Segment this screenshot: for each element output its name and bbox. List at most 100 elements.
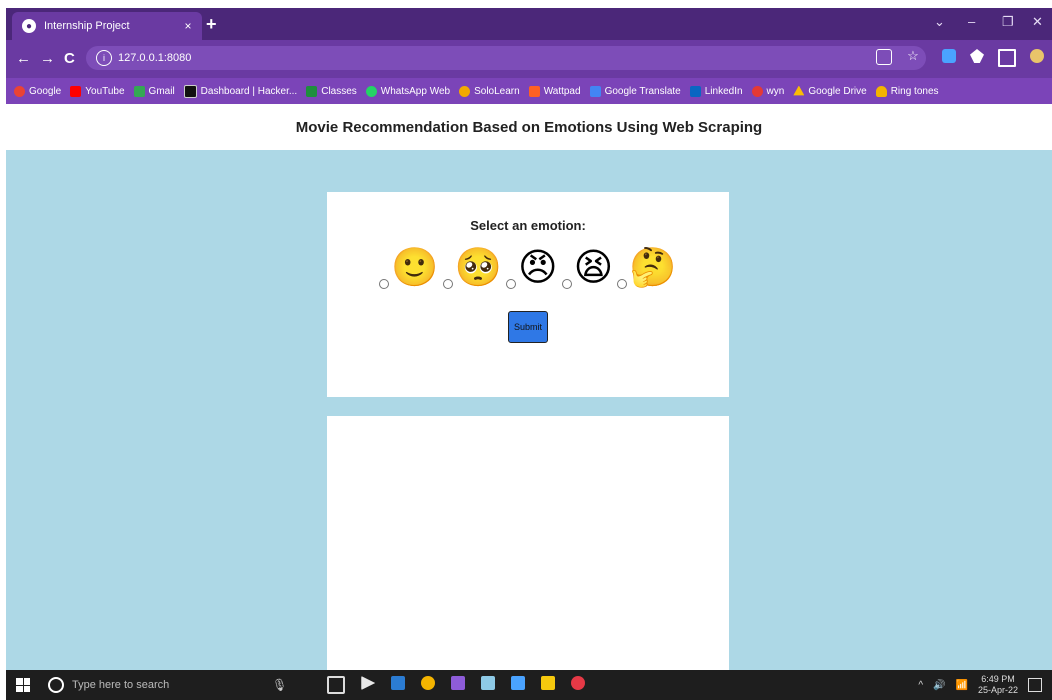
media-player-icon[interactable] [361, 676, 376, 690]
extension-icons [942, 49, 1044, 67]
page-header: Movie Recommendation Based on Emotions U… [6, 104, 1052, 150]
windows-taskbar: Type here to search 🎙 ^ 🔊 📶 6:49 PM 25-A… [6, 670, 1052, 700]
bookmark-google-drive[interactable]: Google Drive [793, 85, 867, 97]
taskbar-search[interactable]: Type here to search [42, 670, 272, 700]
bookmark-hackerrank[interactable]: Dashboard | Hacker... [183, 84, 297, 98]
profile-avatar-icon[interactable] [1030, 49, 1044, 63]
bookmark-site-icon [751, 85, 763, 97]
cortana-icon [48, 677, 64, 693]
sololearn-icon [459, 85, 471, 97]
page-title: Movie Recommendation Based on Emotions U… [295, 118, 763, 136]
web-page: Movie Recommendation Based on Emotions U… [6, 104, 1052, 670]
star-icon[interactable]: ☆ [906, 49, 920, 63]
taskbar-clock[interactable]: 6:49 PM 25-Apr-22 [978, 674, 1018, 696]
emotion-option-tired[interactable]: 😫 [561, 245, 614, 289]
smiling-face-icon: 🙂 [391, 245, 439, 289]
taskbar-time: 6:49 PM [981, 674, 1015, 684]
bookmark-whatsapp[interactable]: WhatsApp Web [365, 85, 450, 97]
system-tray: ^ 🔊 📶 6:49 PM 25-Apr-22 [918, 670, 1042, 700]
bookmark-sololearn[interactable]: SoloLearn [459, 85, 520, 97]
tired-face-icon: 😫 [573, 245, 614, 289]
bookmark-gmail[interactable]: Gmail [133, 85, 175, 97]
photos-icon[interactable] [481, 676, 496, 690]
taskbar-search-placeholder: Type here to search [72, 679, 170, 691]
address-bar-icons: ☆ [876, 49, 920, 65]
chrome-icon[interactable] [421, 676, 436, 690]
browser-tab-bar: ● Internship Project × + ⌄ – ❐ ✕ [6, 8, 1052, 40]
emotion-prompt: Select an emotion: [470, 218, 586, 233]
bookmarks-bar: Google YouTube Gmail Dashboard | Hacker.… [6, 78, 1052, 104]
taskbar-apps [327, 676, 586, 694]
linkedin-icon [689, 85, 701, 97]
taskbar-date: 25-Apr-22 [977, 685, 1018, 695]
tab-close-button[interactable]: × [180, 19, 196, 33]
angry-face-icon: 😠 [518, 245, 558, 289]
submit-button[interactable]: Submit [507, 311, 548, 343]
bookmark-linkedin[interactable]: LinkedIn [689, 85, 743, 97]
forward-button[interactable]: → [40, 50, 55, 67]
whatsapp-icon [365, 85, 377, 97]
emotion-radio-thinking[interactable] [617, 279, 628, 289]
emotion-option-pleading[interactable]: 🥺 [442, 245, 503, 289]
file-explorer-icon[interactable] [541, 676, 556, 690]
extension-icon[interactable] [942, 49, 956, 63]
bookmark-wattpad[interactable]: Wattpad [528, 85, 581, 97]
wifi-icon[interactable]: 📶 [956, 680, 968, 691]
share-icon[interactable] [876, 49, 892, 65]
gmail-icon [133, 85, 145, 97]
url-bar[interactable]: i 127.0.0.1:8080 [86, 46, 926, 70]
visual-studio-icon[interactable] [451, 676, 466, 690]
reload-button[interactable]: C [64, 50, 75, 67]
bookmark-youtube[interactable]: YouTube [70, 85, 125, 97]
settings-app-icon[interactable] [571, 676, 586, 690]
bell-icon [875, 85, 887, 97]
thinking-face-icon: 🤔 [629, 245, 677, 289]
globe-icon: ● [22, 19, 36, 33]
bookmark-wyn[interactable]: wyn [751, 85, 784, 97]
back-button[interactable]: ← [16, 50, 31, 67]
bookmark-classes[interactable]: Classes [306, 85, 357, 97]
chevron-up-icon[interactable]: ^ [918, 680, 923, 691]
task-view-icon[interactable] [327, 676, 346, 694]
new-tab-button[interactable]: + [206, 14, 217, 35]
store-icon[interactable] [511, 676, 526, 690]
maximize-button[interactable]: ❐ [1002, 14, 1014, 30]
info-icon[interactable]: i [96, 50, 112, 66]
emotion-radio-tired[interactable] [561, 279, 572, 289]
emotion-options: 🙂 🥺 😠 😫 🤔 [327, 245, 729, 289]
bookmark-google[interactable]: Google [14, 85, 61, 97]
wattpad-icon [528, 85, 540, 97]
notification-icon[interactable] [1028, 678, 1042, 692]
emotion-option-happy[interactable]: 🙂 [379, 245, 439, 289]
emotion-radio-angry[interactable] [506, 279, 517, 289]
tab-search-icon[interactable]: ⌄ [934, 14, 945, 30]
emotion-form-card: Select an emotion: 🙂 🥺 😠 😫 🤔 Submit [327, 192, 729, 397]
screen: ● Internship Project × + ⌄ – ❐ ✕ ← → C i… [6, 8, 1052, 700]
windows-start-icon[interactable] [16, 678, 30, 692]
google-drive-icon [793, 85, 805, 96]
google-icon [14, 85, 25, 97]
bookmark-google-translate[interactable]: Google Translate [589, 85, 681, 97]
results-panel [327, 416, 729, 670]
emotion-option-thinking[interactable]: 🤔 [617, 245, 677, 289]
pleading-face-icon: 🥺 [454, 245, 503, 289]
classroom-icon [306, 85, 318, 97]
microphone-icon[interactable]: 🎙 [272, 678, 287, 692]
translate-icon [589, 85, 601, 97]
address-bar-row: ← → C i 127.0.0.1:8080 ☆ [6, 40, 1052, 78]
url-text[interactable]: 127.0.0.1:8080 [118, 52, 191, 64]
browser-tab[interactable]: ● Internship Project × [12, 12, 202, 40]
volume-icon[interactable]: 🔊 [933, 680, 945, 691]
sidebar-icon[interactable] [998, 49, 1016, 67]
close-window-button[interactable]: ✕ [1032, 14, 1043, 30]
emotion-radio-pleading[interactable] [442, 279, 453, 289]
emotion-option-angry[interactable]: 😠 [506, 245, 558, 289]
tab-title: Internship Project [44, 20, 130, 32]
minimize-button[interactable]: – [968, 14, 975, 29]
bookmark-ring-tones[interactable]: Ring tones [875, 85, 939, 97]
emotion-radio-happy[interactable] [379, 279, 390, 289]
puzzle-icon[interactable] [970, 49, 984, 63]
youtube-icon [70, 85, 82, 97]
word-icon[interactable] [391, 676, 406, 690]
hackerrank-icon [183, 84, 197, 98]
